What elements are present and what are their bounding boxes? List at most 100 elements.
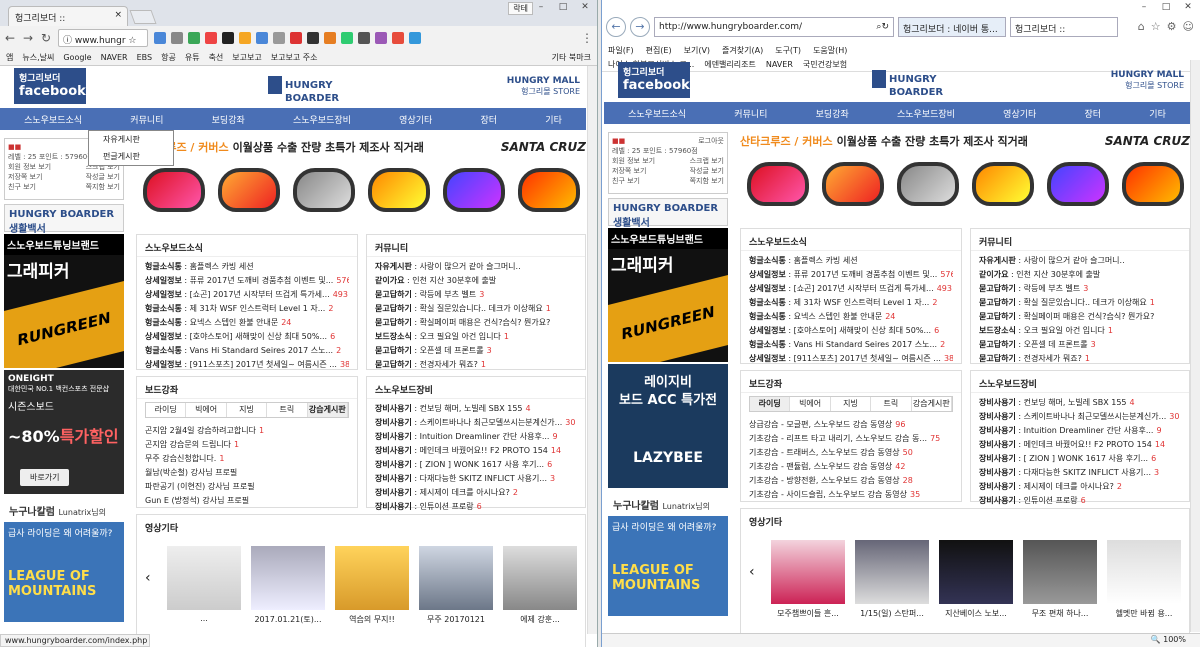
star-icon[interactable]: ☆	[1151, 20, 1161, 33]
list-item[interactable]: 기초강습 - 트래버스, 스노우보드 강습 동영상 50	[749, 446, 953, 460]
ext-icon[interactable]	[341, 32, 353, 44]
list-item[interactable]: 자유게시판 : 사랑이 많으거 같아 슬그머니..	[979, 254, 1181, 268]
address-bar[interactable]: http://www.hungryboarder.com/⌕ ↻	[654, 17, 894, 37]
ie-tab[interactable]: 헝그리보더 : 네이버 통...	[898, 17, 1006, 37]
list-item[interactable]: 헝글소식통 : 홈플렉스 카빙 세션	[145, 260, 349, 274]
list-item[interactable]: 상세일정보 : [호야스토어] 새해맞이 신상 최대 50%... 6	[145, 330, 349, 344]
list-item[interactable]: 파란공기 (이현진) 강사님 프로필	[145, 480, 349, 494]
video-caption[interactable]: 2017.01.21(토)...	[251, 614, 325, 625]
bookmark-item[interactable]: EBS	[137, 53, 152, 62]
dropdown-item-free-board[interactable]: 자유게시판	[89, 131, 173, 148]
list-item[interactable]: 상세일정보 : 퓨류 2017년 도깨비 경품추첨 이벤트 및...576	[749, 268, 953, 282]
lesson-title[interactable]: 보드강좌	[137, 377, 357, 399]
logout-button[interactable]: 로그아웃	[698, 136, 724, 146]
bookmark-item[interactable]: Google	[63, 53, 91, 62]
list-item[interactable]: 장비사용기 : 컨보딩 해머, 노빌레 SBX 155 4	[979, 396, 1181, 410]
lifestyle-banner[interactable]: HUNGRY BOARDER 생활백서	[608, 198, 728, 229]
list-item[interactable]: 월남(박순철) 강사님 프로필	[145, 466, 349, 480]
list-item[interactable]: 무주 강습신청합니다. 1	[145, 452, 349, 466]
bookmark-item[interactable]: 뉴스,날씨	[22, 52, 54, 63]
list-item[interactable]: 장비사용기 : 메인데크 바꿨어요!! F2 PROTO 154 14	[979, 438, 1181, 452]
chrome-tab[interactable]: 헝그리보더 :: ×	[8, 6, 128, 26]
list-item[interactable]: 보드장소식 : 오크 필요일 아건 입니다 1	[979, 324, 1181, 338]
nav-market[interactable]: 장터	[481, 113, 498, 126]
video-thumb[interactable]	[855, 540, 929, 604]
forward-icon[interactable]: →	[22, 31, 34, 45]
login-link[interactable]: 쪽지함 보기	[86, 182, 120, 192]
list-item[interactable]: 상세일정보 : [911스포츠] 2017년 첫세일~ 여름시즌 ...384	[145, 358, 349, 372]
hungry-mall-logo[interactable]: HUNGRY MALL 헝그리몰 STORE	[507, 76, 580, 97]
tab-trick[interactable]: 트릭	[267, 403, 308, 417]
ext-icon[interactable]	[239, 32, 251, 44]
ext-icon[interactable]	[188, 32, 200, 44]
tab-jibbing[interactable]: 지빙	[227, 403, 268, 417]
hungryboarder-logo[interactable]: HUNGRY BOARDER	[872, 70, 943, 98]
menu-file[interactable]: 파일(F)	[608, 45, 634, 56]
nav-news[interactable]: 스노우보드소식	[628, 107, 686, 120]
login-link[interactable]: 친구 보기	[612, 176, 640, 186]
maximize-icon[interactable]: □	[555, 2, 571, 12]
bookmark-item[interactable]: 항공	[161, 52, 176, 63]
list-item[interactable]: 보드장소식 : 오크 필요일 아건 입니다 1	[375, 330, 577, 344]
graphica-ad[interactable]: 스노우보드튜닝브랜드 그래피커 RUNGREEN	[608, 228, 728, 362]
lazybee-ad[interactable]: 레이지비 보드 ACC 특가전 LAZYBEE	[608, 364, 728, 488]
column-header[interactable]: 누구나칼럼 Lunatrix님의	[608, 492, 728, 516]
list-item[interactable]: 상세일정보 : [호야스토어] 새해맞이 신상 최대 50%... 6	[749, 324, 953, 338]
close-window-icon[interactable]: ✕	[1180, 2, 1196, 12]
list-item[interactable]: 장비사용기 : Intuition Dreamliner 간단 사용후... 9	[979, 424, 1181, 438]
list-item[interactable]: 곤지암 2월4일 강습하려고합니다 1	[145, 424, 349, 438]
ext-icon[interactable]	[409, 32, 421, 44]
ext-icon[interactable]	[171, 32, 183, 44]
login-link[interactable]: 저장쪽 보기	[8, 172, 42, 182]
video-caption[interactable]: ...	[167, 614, 241, 625]
list-item[interactable]: 상세일정보 : 퓨류 2017년 도깨비 경품추첨 이벤트 및...576	[145, 274, 349, 288]
gear-title[interactable]: 스노우보드장비	[367, 377, 585, 399]
minimize-icon[interactable]: –	[533, 2, 549, 12]
refresh-icon[interactable]: ↻	[881, 22, 889, 32]
bookmark-item[interactable]: 앱	[6, 52, 13, 63]
tab-bigair[interactable]: 빅에어	[790, 397, 831, 411]
back-icon[interactable]: ←	[606, 17, 626, 37]
bookmark-item[interactable]: 보고보고 주소	[271, 52, 318, 63]
graphica-ad[interactable]: 스노우보드튜닝브랜드 그래피커 RUNGREEN	[4, 234, 124, 368]
tab-riding[interactable]: 라이딩	[146, 403, 187, 417]
ad-go-button[interactable]: 바로가기	[20, 469, 70, 486]
video-caption[interactable]: 역습의 무지!!	[335, 614, 409, 625]
video-thumb[interactable]	[939, 540, 1013, 604]
nav-news[interactable]: 스노우보드소식	[24, 113, 82, 126]
column-ad[interactable]: 급사 라이딩은 왜 어려울까? LEAGUE OF MOUNTAINS	[608, 516, 728, 616]
nav-gear[interactable]: 스노우보드장비	[293, 113, 351, 126]
list-item[interactable]: 기초강습 - 방향전환, 스노우보드 강습 동영상 28	[749, 474, 953, 488]
list-item[interactable]: 같이가요 : 인천 지산 30분후에 출발	[375, 274, 577, 288]
list-item[interactable]: 장비사용기 : 다재다능한 SKITZ INFLICT 사용기... 3	[375, 472, 577, 486]
video-thumb[interactable]	[419, 546, 493, 610]
new-tab-button[interactable]	[129, 10, 157, 24]
nav-community[interactable]: 커뮤니티	[734, 107, 767, 120]
menu-help[interactable]: 도움말(H)	[813, 45, 847, 56]
list-item[interactable]: 장비사용기 : 스케이트바나나 최근모델쓰시는분계신가... 30	[979, 410, 1181, 424]
other-bookmarks[interactable]: 기타 북마크	[552, 52, 591, 63]
ext-icon[interactable]	[205, 32, 217, 44]
login-link[interactable]: 쪽지함 보기	[690, 176, 724, 186]
column-header[interactable]: 누구나칼럼 Lunatrix님의	[4, 498, 124, 522]
community-title[interactable]: 커뮤니티	[971, 229, 1189, 251]
list-item[interactable]: 묻고답하기 : 오픈셀 데 프론트롤 3	[375, 344, 577, 358]
news-title[interactable]: 스노우보드소식	[741, 229, 961, 251]
login-link[interactable]: 회원 정보 보기	[612, 156, 655, 166]
video-caption[interactable]: 1/15(일) 스탄퍼...	[855, 608, 929, 619]
ext-icon[interactable]	[222, 32, 234, 44]
ext-icon[interactable]	[154, 32, 166, 44]
tab-trick[interactable]: 트릭	[871, 397, 912, 411]
login-link[interactable]: 친구 보기	[8, 182, 36, 192]
video-thumb[interactable]	[167, 546, 241, 610]
video-caption[interactable]: 헬멧만 바뀜 용...	[1107, 608, 1181, 619]
list-item[interactable]: 헝글소식통 : 요넥스 스텝인 환불 안내문 24	[145, 316, 349, 330]
nav-market[interactable]: 장터	[1085, 107, 1102, 120]
list-item[interactable]: 장비사용기 : 인튜이션 프로랑 6	[375, 500, 577, 514]
forward-icon[interactable]: →	[630, 17, 650, 37]
bookmark-item[interactable]: 유튜	[185, 52, 200, 63]
list-item[interactable]: 장비사용기 : 제시제이 데크를 아시나요? 2	[979, 480, 1181, 494]
video-thumb[interactable]	[335, 546, 409, 610]
video-caption[interactable]: 무조 편채 하나...	[1023, 608, 1097, 619]
login-link[interactable]: 회원 정보 보기	[8, 162, 51, 172]
